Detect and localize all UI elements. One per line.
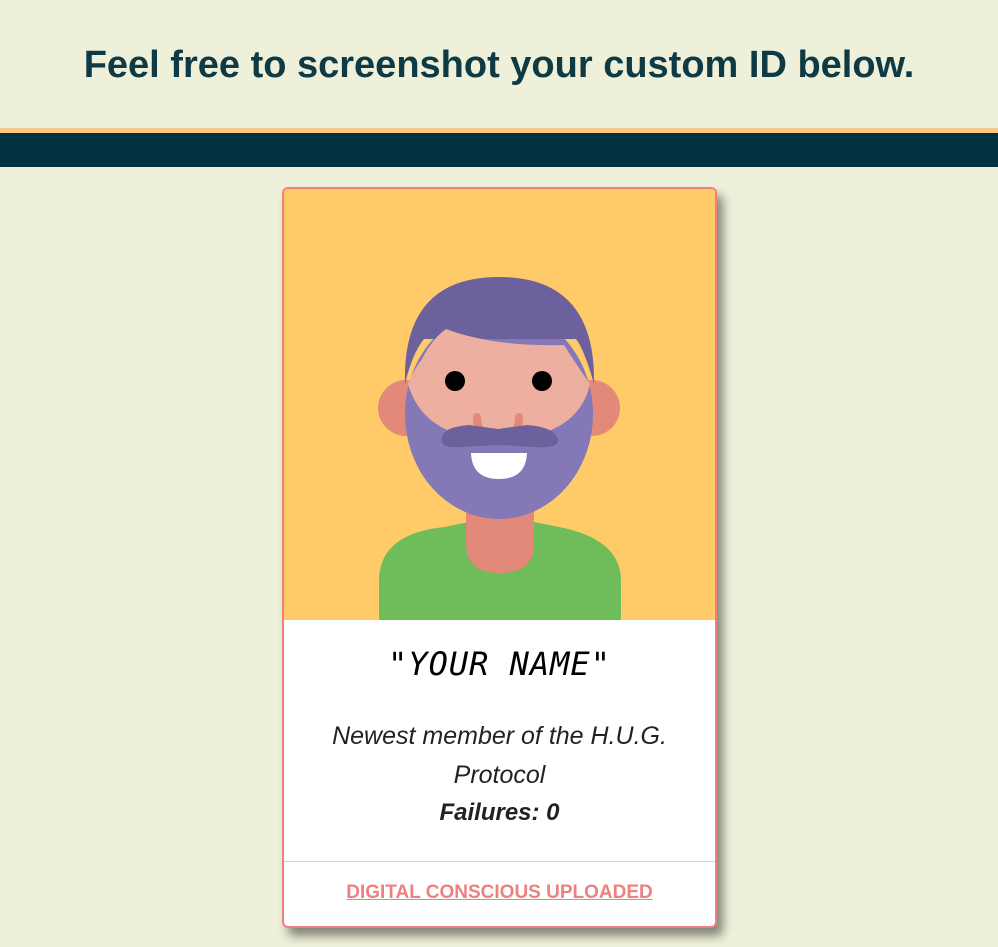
card-name: "YOUR NAME" bbox=[388, 645, 611, 683]
failures-count: Failures: 0 bbox=[439, 799, 560, 826]
digital-conscious-uploaded-link[interactable]: DIGITAL CONSCIOUS UPLOADED bbox=[284, 881, 715, 905]
id-card: "YOUR NAME" Newest member of the H.U.G. … bbox=[282, 187, 717, 928]
card-divider bbox=[284, 861, 715, 862]
page-title: Feel free to screenshot your custom ID b… bbox=[83, 44, 915, 86]
bearded-man-avatar-icon bbox=[378, 277, 621, 620]
card-description: Newest member of the H.U.G. Protocol bbox=[332, 722, 667, 789]
avatar bbox=[284, 189, 715, 620]
page-header: Feel free to screenshot your custom ID b… bbox=[0, 0, 998, 128]
nav-bar bbox=[0, 133, 998, 167]
